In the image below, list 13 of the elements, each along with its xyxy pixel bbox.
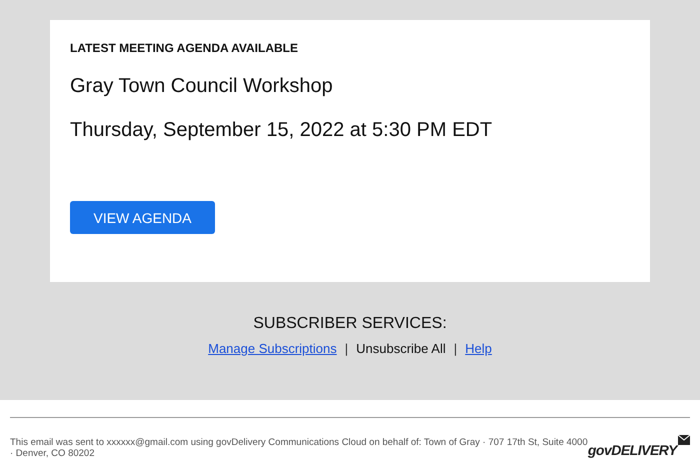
eyebrow-label: LATEST MEETING AGENDA AVAILABLE: [70, 41, 299, 55]
unsubscribe-text: Unsubscribe All: [356, 341, 446, 356]
meeting-title: Gray Town Council Workshop: [70, 75, 334, 98]
separator: |: [454, 341, 458, 356]
separator: |: [344, 341, 348, 356]
view-agenda-button[interactable]: VIEW AGENDA: [70, 201, 215, 234]
logo-text: govDELIVERY: [588, 442, 677, 458]
footer-link[interactable]: Help: [465, 341, 492, 356]
envelope-icon: [678, 435, 690, 445]
footer-notice: This email was sent to xxxxxx@gmail.com using govDelivery Communications Cloud on behalf of: Town of Gray · 707 17th St, Suite 4000 · Denver, CO 80202: [10, 437, 588, 459]
footer-link[interactable]: Manage Subscriptions: [208, 341, 337, 356]
meeting-datetime: Thursday, September 15, 2022 at 5:30 PM EDT: [70, 119, 494, 142]
subscriber-heading: SUBSCRIBER SERVICES:: [252, 315, 448, 333]
